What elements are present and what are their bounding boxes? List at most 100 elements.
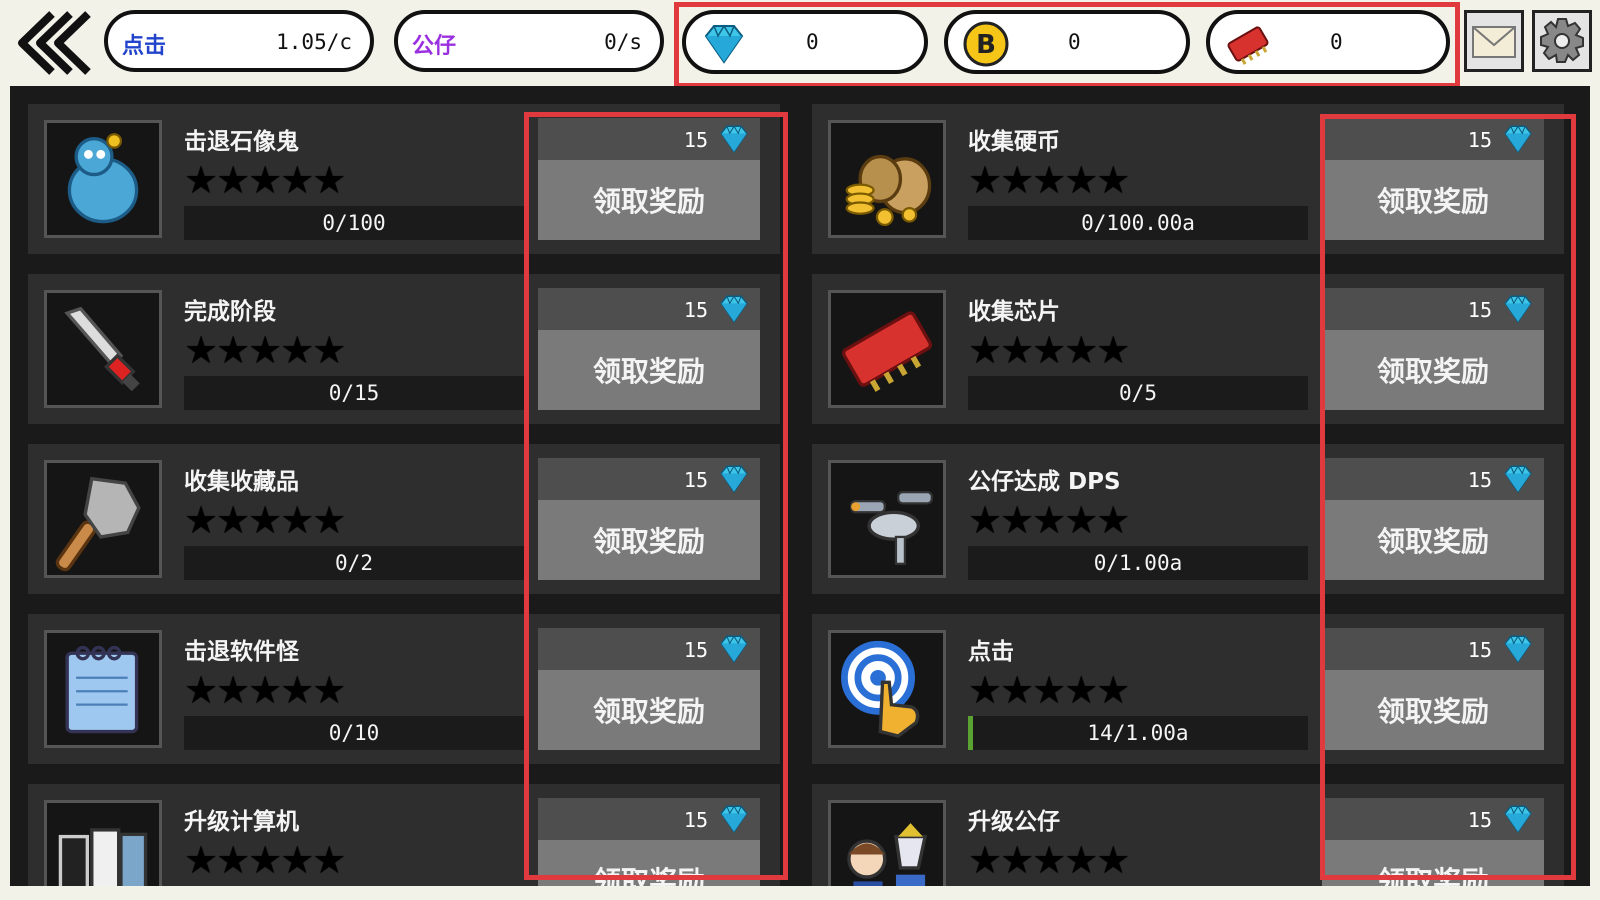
diamond-counter: 0: [682, 10, 928, 74]
gear-icon: [1540, 18, 1584, 63]
achievement-title: 升级公仔: [968, 809, 1060, 835]
claim-reward-button[interactable]: 15 领取奖励: [1322, 458, 1544, 580]
bitcoin-icon: B: [963, 21, 1009, 67]
claim-reward-button[interactable]: 15 领取奖励: [538, 118, 760, 240]
achievement-thumbnail: [44, 290, 162, 408]
star-rating: ★★★★★: [184, 668, 346, 712]
achievements-panel[interactable]: 击退石像鬼 ★★★★★ 0/100 15 领取奖励 完成阶段 ★★★★★ 0/1…: [10, 86, 1590, 886]
achievement-row: 升级计算机 ★★★★★ 15 领取奖励: [28, 784, 780, 886]
diamond-icon: [1504, 805, 1532, 833]
achievement-row: 公仔达成 DPS ★★★★★ 0/1.00a 15 领取奖励: [812, 444, 1564, 594]
click-rate-value: 1.05/c: [276, 30, 352, 54]
claim-reward-label: 领取奖励: [592, 865, 705, 886]
progress-text: 0/10: [328, 721, 380, 745]
reward-cost: 15: [538, 458, 760, 500]
claim-reward-button[interactable]: 15 领取奖励: [1322, 118, 1544, 240]
settings-button[interactable]: [1532, 10, 1592, 72]
reward-cost-value: 15: [1467, 638, 1492, 662]
achievement-thumbnail: [44, 460, 162, 578]
claim-reward-label: 领取奖励: [592, 185, 705, 218]
reward-cost-value: 15: [683, 808, 708, 832]
achievement-row: 收集芯片 ★★★★★ 0/5 15 领取奖励: [812, 274, 1564, 424]
reward-cost-value: 15: [1467, 298, 1492, 322]
diamond-icon: [720, 805, 748, 833]
claim-reward-label: 领取奖励: [1376, 355, 1489, 388]
bitcoin-counter: B 0: [944, 10, 1190, 74]
star-rating: ★★★★★: [184, 498, 346, 542]
mail-icon: [1472, 26, 1516, 58]
diamond-icon: [720, 295, 748, 323]
diamond-icon: [1504, 125, 1532, 153]
achievement-title: 击退石像鬼: [184, 129, 299, 155]
progress-text: 0/100.00a: [1081, 211, 1195, 235]
dps-rate-display: 公仔 0/s: [394, 10, 664, 72]
reward-cost: 15: [1322, 458, 1544, 500]
progress-bar: 0/10: [184, 716, 524, 750]
mail-button[interactable]: [1464, 10, 1524, 72]
diamond-icon: [720, 125, 748, 153]
star-rating: ★★★★★: [184, 838, 346, 882]
star-rating: ★★★★★: [968, 838, 1130, 882]
reward-cost: 15: [1322, 288, 1544, 330]
achievement-title: 升级计算机: [184, 809, 299, 835]
progress-text: 0/1.00a: [1093, 551, 1183, 575]
gargoyle-icon: [67, 133, 139, 224]
diamond-icon: [1504, 635, 1532, 663]
figurines-icon: [847, 823, 928, 886]
achievement-row: 点击 ★★★★★ 14/1.00a 15 领取奖励: [812, 614, 1564, 764]
reward-cost-value: 15: [1467, 128, 1492, 152]
diamond-icon: [720, 635, 748, 663]
spaceship-icon: [850, 491, 933, 565]
back-button[interactable]: [12, 8, 92, 78]
double-chevron-left-icon: [18, 11, 91, 75]
achievement-row: 击退软件怪 ★★★★★ 0/10 15 领取奖励: [28, 614, 780, 764]
star-rating: ★★★★★: [184, 328, 346, 372]
progress-text: 0/15: [328, 381, 380, 405]
claim-reward-label: 领取奖励: [592, 355, 705, 388]
dps-rate-label: 公仔: [412, 34, 457, 59]
tap-target-icon: [841, 640, 920, 738]
reward-cost: 15: [538, 118, 760, 160]
notepad-icon: [65, 645, 139, 734]
bitcoin-count: 0: [1068, 30, 1081, 54]
chip-counter: 0: [1206, 10, 1450, 74]
claim-reward-button[interactable]: 15 领取奖励: [1322, 628, 1544, 750]
achievement-title: 点击: [968, 639, 1014, 665]
reward-cost-value: 15: [683, 128, 708, 152]
achievement-row: 击退石像鬼 ★★★★★ 0/100 15 领取奖励: [28, 104, 780, 254]
reward-cost-value: 15: [1467, 468, 1492, 492]
achievement-title: 收集收藏品: [184, 469, 299, 495]
coin-bags-icon: [845, 154, 932, 227]
progress-text: 14/1.00a: [1087, 721, 1189, 745]
achievement-row: 升级公仔 ★★★★★ 15 领取奖励: [812, 784, 1564, 886]
reward-cost-value: 15: [683, 298, 708, 322]
click-rate-label: 点击: [122, 34, 167, 59]
chip-icon: [1227, 26, 1269, 65]
achievement-thumbnail: [828, 460, 946, 578]
achievement-title: 收集硬币: [968, 129, 1060, 155]
star-rating: ★★★★★: [184, 158, 346, 202]
diamond-icon: [720, 465, 748, 493]
claim-reward-button[interactable]: 15 领取奖励: [1322, 288, 1544, 410]
claim-reward-label: 领取奖励: [1376, 185, 1489, 218]
reward-cost: 15: [538, 798, 760, 840]
achievement-row: 完成阶段 ★★★★★ 0/15 15 领取奖励: [28, 274, 780, 424]
claim-reward-button[interactable]: 15 领取奖励: [538, 798, 760, 886]
progress-bar: 0/100.00a: [968, 206, 1308, 240]
progress-bar: 0/15: [184, 376, 524, 410]
reward-cost-value: 15: [1467, 808, 1492, 832]
chip-icon: [841, 311, 933, 392]
star-rating: ★★★★★: [968, 328, 1130, 372]
reward-cost: 15: [1322, 118, 1544, 160]
reward-cost-value: 15: [683, 468, 708, 492]
claim-reward-button[interactable]: 15 领取奖励: [1322, 798, 1544, 886]
progress-bar: 0/100: [184, 206, 524, 240]
claim-reward-button[interactable]: 15 领取奖励: [538, 288, 760, 410]
star-rating: ★★★★★: [968, 498, 1130, 542]
dps-rate-value: 0/s: [604, 30, 642, 54]
star-rating: ★★★★★: [968, 158, 1130, 202]
reward-cost-value: 15: [683, 638, 708, 662]
claim-reward-button[interactable]: 15 领取奖励: [538, 458, 760, 580]
reward-cost: 15: [1322, 798, 1544, 840]
claim-reward-button[interactable]: 15 领取奖励: [538, 628, 760, 750]
